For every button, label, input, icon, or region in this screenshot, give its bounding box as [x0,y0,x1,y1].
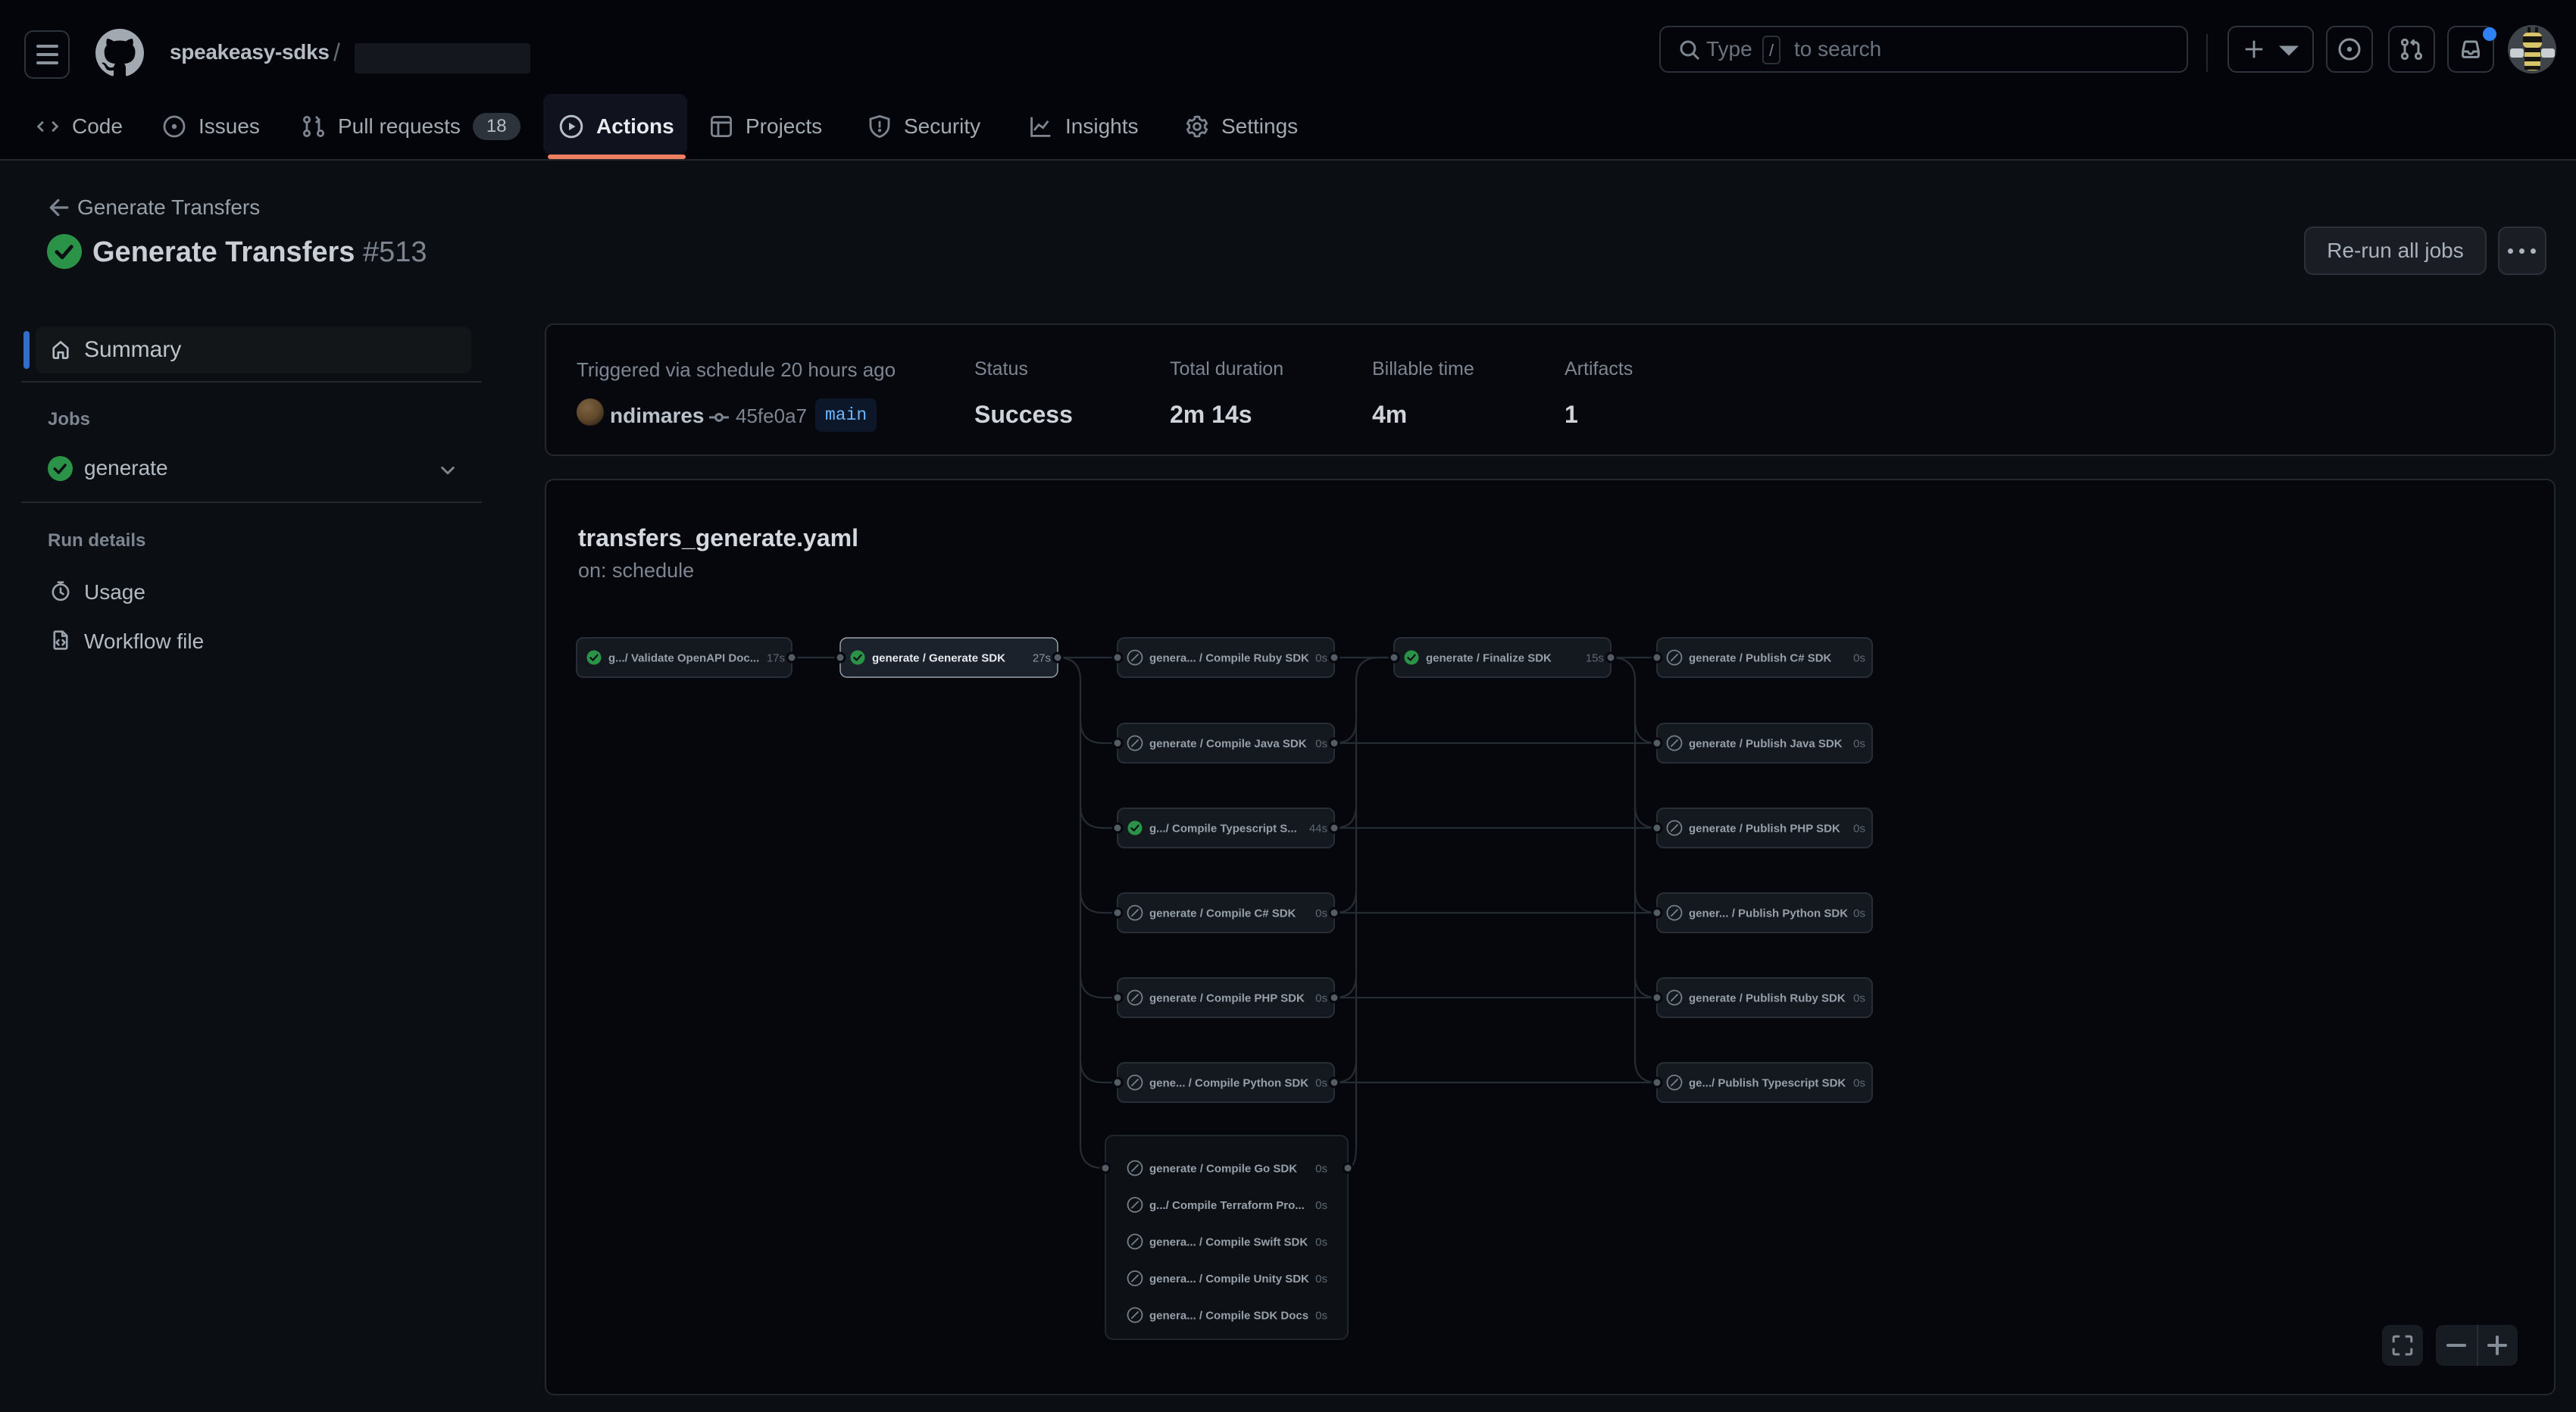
svg-text:0s: 0s [1315,1273,1327,1285]
svg-text:0s: 0s [1853,992,1865,1005]
svg-text:0s: 0s [1853,1077,1865,1090]
svg-text:27s: 27s [1033,652,1051,665]
svg-text:gene... / Compile Python SDK: gene... / Compile Python SDK [1149,1077,1308,1090]
svg-text:gener... / Publish Python SDK: gener... / Publish Python SDK [1689,907,1848,920]
svg-text:15s: 15s [1586,652,1604,665]
svg-text:0s: 0s [1315,1199,1327,1212]
svg-text:0s: 0s [1315,1163,1327,1176]
svg-text:generate / Compile Go SDK: generate / Compile Go SDK [1149,1163,1297,1176]
svg-text:0s: 0s [1315,907,1327,920]
svg-text:generate / Publish Java SDK: generate / Publish Java SDK [1689,738,1843,751]
svg-text:generate / Publish PHP SDK: generate / Publish PHP SDK [1689,823,1840,836]
svg-text:0s: 0s [1315,652,1327,665]
svg-text:g.../ Compile Terraform Pro...: g.../ Compile Terraform Pro... [1149,1199,1305,1212]
svg-text:0s: 0s [1853,738,1865,751]
svg-text:genera... / Compile Swift SDK: genera... / Compile Swift SDK [1149,1236,1308,1249]
svg-text:44s: 44s [1309,823,1327,836]
svg-text:g.../ Compile Typescript S...: g.../ Compile Typescript S... [1149,823,1297,836]
svg-text:17s: 17s [767,652,785,665]
svg-text:0s: 0s [1315,1310,1327,1323]
svg-text:generate / Publish C# SDK: generate / Publish C# SDK [1689,652,1832,665]
svg-text:genera... / Compile Ruby SDK: genera... / Compile Ruby SDK [1149,652,1309,665]
svg-text:ge.../ Publish Typescript SDK: ge.../ Publish Typescript SDK [1689,1077,1846,1090]
svg-text:0s: 0s [1853,823,1865,836]
svg-text:0s: 0s [1315,1236,1327,1249]
svg-text:0s: 0s [1315,1077,1327,1090]
svg-text:generate / Compile PHP SDK: generate / Compile PHP SDK [1149,992,1305,1005]
svg-text:0s: 0s [1853,652,1865,665]
svg-text:g.../ Validate OpenAPI Doc...: g.../ Validate OpenAPI Doc... [608,652,759,665]
svg-text:generate / Generate SDK: generate / Generate SDK [872,652,1005,665]
svg-text:0s: 0s [1315,992,1327,1005]
svg-text:generate / Publish Ruby SDK: generate / Publish Ruby SDK [1689,992,1846,1005]
svg-text:genera... / Compile SDK Docs: genera... / Compile SDK Docs [1149,1310,1308,1323]
svg-text:0s: 0s [1853,907,1865,920]
svg-text:0s: 0s [1315,738,1327,751]
svg-text:generate / Finalize SDK: generate / Finalize SDK [1426,652,1552,665]
svg-text:generate / Compile C# SDK: generate / Compile C# SDK [1149,907,1296,920]
svg-text:genera... / Compile Unity SDK: genera... / Compile Unity SDK [1149,1273,1309,1285]
svg-text:generate / Compile Java SDK: generate / Compile Java SDK [1149,738,1307,751]
